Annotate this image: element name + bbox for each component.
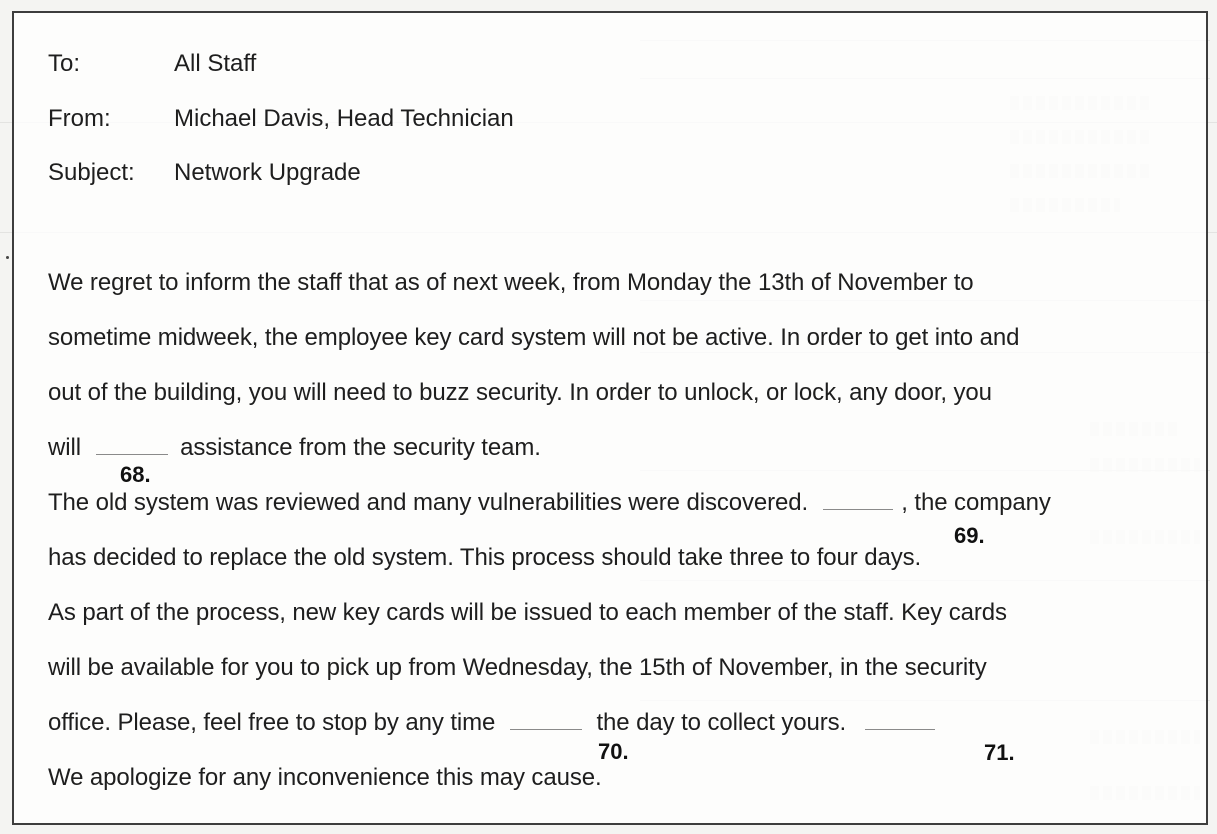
answer-blank-69[interactable] — [822, 495, 893, 510]
body-line-4-after: assistance from the security team. — [180, 434, 541, 461]
body-line-1: We regret to inform the staff that as of… — [48, 269, 974, 296]
answer-blank-71[interactable] — [864, 715, 935, 730]
from-value: Michael Davis, Head Technician — [174, 105, 514, 132]
question-number-70: 70. — [598, 739, 629, 764]
question-number-71: 71. — [984, 740, 1015, 765]
stray-dot-mark — [6, 256, 9, 259]
body-line-6: has decided to replace the old system. T… — [48, 544, 922, 571]
body-line-9: office. Please, feel free to stop by any… — [48, 709, 935, 737]
memo-frame: To: All Staff From: Michael Davis, Head … — [12, 11, 1208, 825]
subject-value: Network Upgrade — [174, 159, 361, 186]
body-line-3: out of the building, you will need to bu… — [48, 379, 992, 406]
to-label: To: — [48, 50, 81, 77]
question-number-69: 69. — [954, 523, 985, 548]
body-line-2: sometime midweek, the employee key card … — [48, 324, 1020, 351]
body-line-4-before: will — [48, 434, 81, 461]
body-line-5-before: The old system was reviewed and many vul… — [48, 489, 809, 516]
answer-blank-68[interactable] — [95, 440, 168, 455]
body-line-5: The old system was reviewed and many vul… — [48, 489, 1051, 517]
body-line-7: As part of the process, new key cards wi… — [48, 599, 1007, 626]
body-line-4: will assistance from the security team. — [48, 434, 541, 462]
body-line-10: We apologize for any inconvenience this … — [48, 764, 602, 791]
body-line-8: will be available for you to pick up fro… — [48, 654, 987, 681]
answer-blank-70[interactable] — [509, 715, 582, 730]
question-number-68: 68. — [120, 462, 151, 487]
body-line-5-after: , the company — [901, 489, 1051, 516]
to-value: All Staff — [174, 50, 257, 77]
body-line-9-before: office. Please, feel free to stop by any… — [48, 709, 496, 736]
body-line-9-after: the day to collect yours. — [596, 709, 847, 736]
subject-label: Subject: — [48, 159, 135, 186]
from-label: From: — [48, 105, 111, 132]
